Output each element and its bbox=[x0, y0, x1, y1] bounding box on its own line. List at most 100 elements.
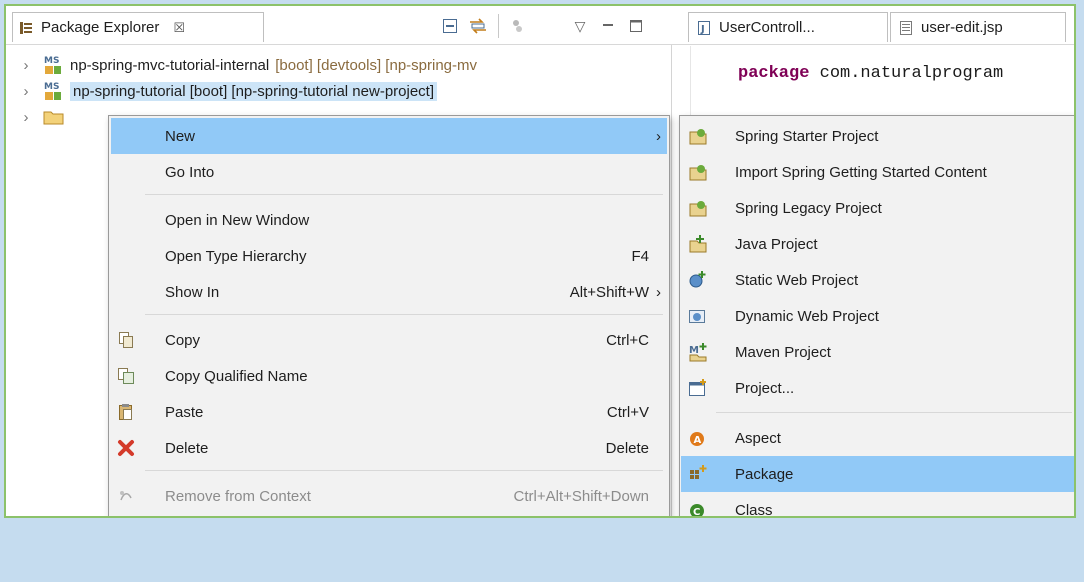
submenu-item-label: Aspect bbox=[735, 429, 781, 447]
submenu-arrow-icon: › bbox=[656, 127, 661, 145]
link-with-editor-icon[interactable] bbox=[468, 16, 488, 36]
tree-item-project[interactable]: › M S np-spring-mvc-tutorial-internal [b… bbox=[6, 52, 477, 78]
menu-item-copy[interactable]: Copy Ctrl+C bbox=[111, 322, 667, 358]
submenu-item-label: Static Web Project bbox=[735, 271, 859, 289]
expand-chevron-icon[interactable]: › bbox=[18, 109, 34, 126]
menu-item-label: New bbox=[165, 127, 196, 145]
submenu-item-class[interactable]: C Class bbox=[681, 492, 1074, 518]
spring-project-icon bbox=[687, 125, 709, 147]
submenu-item-project[interactable]: Project... bbox=[681, 370, 1074, 406]
tree-item-project-selected[interactable]: › M S np-spring-tutorial [boot] [np-spri… bbox=[6, 78, 438, 104]
package-explorer-icon bbox=[20, 21, 32, 34]
menu-shortcut: Ctrl+Alt+Shift+Down bbox=[513, 487, 649, 505]
menu-separator bbox=[145, 314, 663, 315]
package-explorer-tab[interactable]: Package Explorer ☒ bbox=[12, 12, 264, 42]
menu-item-remove-from-context[interactable]: Remove from Context Ctrl+Alt+Shift+Down bbox=[111, 478, 667, 514]
svg-text:S: S bbox=[53, 82, 59, 92]
submenu-item-label: Class bbox=[735, 501, 773, 518]
maximize-icon[interactable] bbox=[626, 16, 646, 36]
code-keyword: package bbox=[738, 64, 810, 83]
submenu-item-label: Project... bbox=[735, 379, 795, 397]
menu-item-open-in-new-window[interactable]: Open in New Window bbox=[111, 202, 667, 238]
jsp-file-icon bbox=[900, 20, 912, 35]
spring-boot-project-icon: M S bbox=[44, 82, 61, 100]
tree-item-folder[interactable]: › bbox=[6, 104, 66, 130]
submenu-item-java-project[interactable]: Java Project bbox=[681, 226, 1074, 262]
svg-text:S: S bbox=[53, 56, 59, 66]
menu-shortcut: Delete bbox=[605, 439, 649, 457]
editor-tab-label: UserControll... bbox=[719, 19, 815, 36]
class-icon: C bbox=[687, 499, 709, 518]
view-header: Package Explorer ☒ ▽ bbox=[6, 6, 672, 45]
expand-chevron-icon[interactable]: › bbox=[18, 57, 34, 74]
menu-item-label: Open Type Hierarchy bbox=[165, 247, 307, 265]
delete-icon bbox=[115, 437, 137, 459]
project-name: np-spring-mvc-tutorial-internal bbox=[70, 56, 270, 74]
submenu-item-static-web-project[interactable]: Static Web Project bbox=[681, 262, 1074, 298]
folder-icon bbox=[43, 111, 64, 125]
menu-item-new[interactable]: New › bbox=[111, 118, 667, 154]
editor-tab-user-edit-jsp[interactable]: user-edit.jsp bbox=[890, 12, 1066, 42]
code-line[interactable]: package com.naturalprogram bbox=[738, 64, 1003, 83]
submenu-item-label: Spring Starter Project bbox=[735, 127, 879, 145]
menu-item-label: Copy bbox=[165, 331, 201, 349]
collapse-all-icon[interactable] bbox=[440, 16, 460, 36]
submenu-item-label: Java Project bbox=[735, 235, 818, 253]
svg-text:A: A bbox=[694, 435, 702, 446]
svg-text:M: M bbox=[44, 56, 53, 66]
submenu-item-label: Maven Project bbox=[735, 343, 831, 361]
copy-icon bbox=[115, 329, 137, 351]
project-icon bbox=[687, 377, 709, 399]
menu-item-label: Delete bbox=[165, 439, 209, 457]
menu-item-open-type-hierarchy[interactable]: Open Type Hierarchy F4 bbox=[111, 238, 667, 274]
submenu-item-maven-project[interactable]: M Maven Project bbox=[681, 334, 1074, 370]
svg-text:J: J bbox=[700, 24, 705, 35]
java-project-icon bbox=[687, 233, 709, 255]
submenu-item-label: Import Spring Getting Started Content bbox=[735, 163, 987, 181]
submenu-arrow-icon: › bbox=[656, 283, 661, 301]
menu-item-delete[interactable]: Delete Delete bbox=[111, 430, 667, 466]
editor-tab-label: user-edit.jsp bbox=[921, 19, 1003, 36]
menu-item-go-into[interactable]: Go Into bbox=[111, 154, 667, 190]
submenu-item-import-spring-content[interactable]: Import Spring Getting Started Content bbox=[681, 154, 1074, 190]
submenu-item-package[interactable]: Package bbox=[681, 456, 1074, 492]
view-menu-icon[interactable]: ▽ bbox=[570, 16, 590, 36]
menu-separator bbox=[145, 194, 663, 195]
submenu-separator bbox=[716, 412, 1072, 413]
submenu-item-spring-starter-project[interactable]: Spring Starter Project bbox=[681, 118, 1074, 154]
menu-item-show-in[interactable]: Show In Alt+Shift+W › bbox=[111, 274, 667, 310]
menu-shortcut: Ctrl+C bbox=[606, 331, 649, 349]
svg-text:M: M bbox=[44, 82, 53, 92]
paste-icon bbox=[115, 401, 137, 423]
minimize-icon[interactable] bbox=[598, 16, 618, 36]
workbench-window: Package Explorer ☒ ▽ › M S np-spring-mvc… bbox=[4, 4, 1076, 518]
menu-item-label: Remove from Context bbox=[165, 487, 311, 505]
menu-shortcut: Ctrl+V bbox=[606, 403, 649, 421]
static-web-icon bbox=[687, 269, 709, 291]
submenu-item-label: Dynamic Web Project bbox=[735, 307, 879, 325]
svg-text:C: C bbox=[693, 507, 700, 518]
menu-item-copy-qualified-name[interactable]: Copy Qualified Name bbox=[111, 358, 667, 394]
remove-context-icon bbox=[115, 485, 137, 507]
menu-item-label: Paste bbox=[165, 403, 204, 421]
menu-item-paste[interactable]: Paste Ctrl+V bbox=[111, 394, 667, 430]
java-file-icon: J bbox=[698, 20, 710, 35]
editor-tab-usercontroller[interactable]: J UserControll... bbox=[688, 12, 888, 42]
context-menu: New › Go Into Open in New Window Open Ty… bbox=[108, 115, 670, 516]
close-view-icon[interactable]: ☒ bbox=[173, 20, 185, 36]
submenu-item-label: Spring Legacy Project bbox=[735, 199, 882, 217]
submenu-item-aspect[interactable]: A Aspect bbox=[681, 420, 1074, 456]
submenu-item-dynamic-web-project[interactable]: Dynamic Web Project bbox=[681, 298, 1074, 334]
project-name: np-spring-tutorial [boot] [np-spring-tut… bbox=[70, 81, 438, 101]
spring-legacy-icon bbox=[687, 197, 709, 219]
menu-item-label: Go Into bbox=[165, 163, 215, 181]
spring-import-icon bbox=[687, 161, 709, 183]
aspect-icon: A bbox=[687, 427, 709, 449]
expand-chevron-icon[interactable]: › bbox=[18, 83, 34, 100]
editor-tab-underline bbox=[672, 44, 1074, 45]
menu-item-label: Show In bbox=[165, 283, 220, 301]
submenu-item-spring-legacy-project[interactable]: Spring Legacy Project bbox=[681, 190, 1074, 226]
menu-separator bbox=[145, 470, 663, 471]
focus-icon[interactable] bbox=[508, 16, 528, 36]
menu-item-label: Copy Qualified Name bbox=[165, 367, 308, 385]
